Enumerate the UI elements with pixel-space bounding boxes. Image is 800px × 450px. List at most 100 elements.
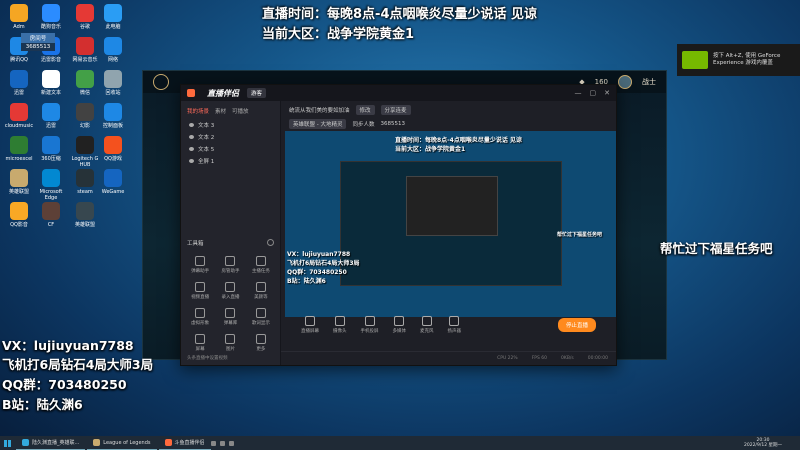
tool-button[interactable]: 美颜等: [246, 282, 276, 300]
toolbox-header: 工具箱: [181, 239, 280, 247]
taskbar-item[interactable]: 斗鱼直播伴侣: [158, 436, 211, 450]
desktop-icon-label: 英雄联盟: [8, 189, 29, 195]
source-control-button[interactable]: 直播屏幕: [301, 316, 319, 334]
app-icon: [10, 136, 28, 154]
maximize-icon[interactable]: ▢: [590, 89, 597, 97]
overlay-stream-time: 直播时间：每晚8点-4点咽喉炎尽量少说话 见谅: [262, 7, 538, 22]
tool-button[interactable]: 录入直播: [215, 282, 245, 300]
nvidia-toast-line1: 按下 Alt+Z, 使用 GeForce: [713, 53, 781, 59]
tool-icon: [225, 308, 236, 318]
category-tag[interactable]: 英雄联盟 - 大地精灵: [289, 119, 347, 129]
app-icon: [104, 169, 122, 187]
eye-icon[interactable]: [189, 123, 194, 127]
go-live-button[interactable]: 停止直播: [557, 318, 596, 332]
scene-tab[interactable]: 素材: [215, 107, 226, 115]
desktop-icon[interactable]: cloudmusic: [2, 103, 36, 129]
taskbar-clock[interactable]: 20:30 2022/9/12 星期一: [744, 438, 800, 448]
share-button[interactable]: 分享连麦: [380, 105, 411, 115]
desktop-icon[interactable]: QQ影音: [2, 202, 36, 228]
streaming-app-window[interactable]: 直播伴侣 游客 — ▢ ✕ 我的场景 素材 可播放 文本 3 文本 2 文本 5 全屏 1…: [180, 84, 617, 366]
source-control-button[interactable]: 摄像头: [333, 316, 347, 334]
desktop-icon[interactable]: WeGame: [96, 169, 130, 195]
tool-button[interactable]: 更多: [246, 334, 276, 352]
tool-button[interactable]: 图片: [215, 334, 245, 352]
start-button[interactable]: [0, 436, 14, 450]
tool-button[interactable]: 房管助手: [215, 256, 245, 274]
source-control-button[interactable]: 手机投屏: [361, 316, 379, 334]
desktop-icon[interactable]: QQ游戏: [96, 136, 130, 162]
desktop-icon-label: 360压缩: [41, 156, 61, 162]
tool-button[interactable]: 视频直播: [185, 282, 215, 300]
desktop-icon[interactable]: 控制面板: [96, 103, 130, 129]
scene-item-label: 文本 2: [198, 135, 215, 141]
tool-button[interactable]: 屏幕: [185, 334, 215, 352]
tool-button[interactable]: 弹幕库: [215, 308, 245, 326]
desktop-icon[interactable]: 此电脑: [96, 4, 130, 30]
taskbar-item[interactable]: 陆久渊直播_英雄联...: [16, 436, 86, 450]
source-control-label: 手机投屏: [360, 329, 379, 334]
taskbar-items: 陆久渊直播_英雄联... League of Legends 斗鱼直播伴侣: [14, 436, 211, 450]
desktop-icon[interactable]: 英雄联盟: [2, 169, 36, 195]
overlay-side-note: 帮忙过下福星任务吧: [660, 241, 773, 256]
nested-preview: [340, 161, 562, 286]
tray-icon[interactable]: [219, 440, 225, 446]
tool-button[interactable]: 弹幕助手: [185, 256, 215, 274]
stream-preview[interactable]: 直播时间：每晚8点-4点咽喉炎尽量少说话 见谅 当前大区：战争学院黄金1 帮忙过…: [285, 131, 616, 317]
desktop-icon[interactable]: 酷狗音乐: [34, 4, 68, 30]
login-button[interactable]: 游客: [247, 88, 267, 98]
desktop-icon-label: 迅雷: [45, 123, 56, 129]
eye-icon[interactable]: [189, 147, 194, 151]
tool-button[interactable]: 虚拟形象: [185, 308, 215, 326]
scene-item[interactable]: 文本 5: [181, 143, 280, 155]
desktop-icon[interactable]: 迅雷: [34, 103, 68, 129]
desktop-icon[interactable]: 新建文本: [34, 70, 68, 96]
desktop-icon[interactable]: 360压缩: [34, 136, 68, 162]
taskbar: 陆久渊直播_英雄联... League of Legends 斗鱼直播伴侣 20:3…: [0, 436, 800, 450]
scene-item-label: 文本 3: [198, 123, 215, 129]
desktop-icon[interactable]: CF: [34, 202, 68, 228]
tool-button[interactable]: 歌词显示: [246, 308, 276, 326]
tray-icon[interactable]: [228, 440, 234, 446]
desktop-icon-label: 腾讯QQ: [10, 57, 28, 63]
taskbar-item[interactable]: League of Legends: [87, 436, 157, 450]
app-icon: [104, 4, 122, 22]
edit-title-button[interactable]: 修改: [355, 105, 375, 115]
desktop-icon[interactable]: 回收站: [96, 70, 130, 96]
scene-item[interactable]: 全屏 1: [181, 155, 280, 167]
source-control-icon: [334, 316, 345, 326]
scene-item[interactable]: 文本 3: [181, 119, 280, 131]
source-control-button[interactable]: 麦克风: [420, 316, 434, 334]
desktop-icon-label: 此电脑: [105, 24, 121, 30]
minimize-icon[interactable]: —: [575, 89, 582, 97]
desktop-icon[interactable]: 英雄联盟: [68, 202, 102, 228]
system-tray[interactable]: [210, 440, 234, 446]
desktop-icon[interactable]: Microsoft Edge: [34, 169, 68, 201]
source-controls: 直播屏幕 摄像头 手机投屏 多媒体 麦克风 扬声器 停止直播: [281, 309, 616, 341]
app-icon: [42, 136, 60, 154]
scene-item[interactable]: 文本 2: [181, 131, 280, 143]
source-control-button[interactable]: 扬声器: [448, 316, 461, 334]
eye-icon[interactable]: [189, 135, 194, 139]
stream-title: 统流从我们美的要如加油: [289, 108, 350, 114]
scene-tab[interactable]: 可播放: [232, 107, 249, 115]
desktop-icon[interactable]: 迅雷: [2, 70, 36, 96]
tool-label: 美颜等: [254, 295, 268, 300]
scene-tab[interactable]: 我的场景: [187, 107, 209, 115]
app-statusbar: CPU 22% FPS 60 0KB/s 00:00:00: [281, 351, 616, 365]
app-icon: [104, 70, 122, 88]
overlay-qq-group: QQ群：703480250: [2, 377, 127, 392]
close-icon[interactable]: ✕: [604, 89, 610, 97]
desktop-icon[interactable]: Adm: [2, 4, 36, 30]
nvidia-overlay-toast[interactable]: 按下 Alt+Z, 使用 GeForce Experience 游戏内覆盖: [677, 44, 800, 76]
desktop-icon[interactable]: microexcel: [2, 136, 36, 162]
desktop-icon[interactable]: 网络: [96, 37, 130, 63]
source-control-button[interactable]: 多媒体: [393, 316, 406, 334]
desktop-icon-label: QQ影音: [10, 222, 28, 228]
tray-icon[interactable]: [210, 440, 216, 446]
eye-icon[interactable]: [189, 159, 194, 163]
toolbox-settings-icon[interactable]: [267, 239, 274, 246]
app-icon: [42, 70, 60, 88]
preview-overlay-side: 帮忙过下福星任务吧: [557, 232, 603, 238]
player-avatar[interactable]: [618, 75, 632, 89]
tool-button[interactable]: 主播任务: [246, 256, 276, 274]
